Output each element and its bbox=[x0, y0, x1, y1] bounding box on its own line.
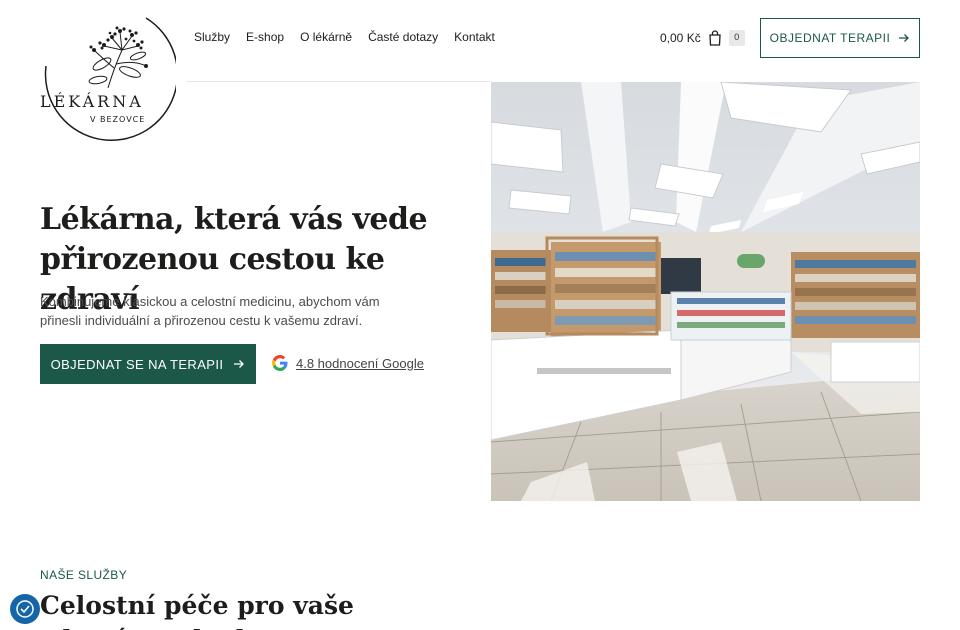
hero-order-button[interactable]: OBJEDNAT SE NA TERAPII bbox=[40, 344, 256, 384]
cookie-settings-button[interactable] bbox=[10, 594, 40, 624]
arrow-right-icon bbox=[234, 360, 245, 368]
logo[interactable]: LÉKÁRNA V BEZOVCE bbox=[38, 6, 176, 142]
services-label: NAŠE SLUŽBY bbox=[40, 568, 128, 582]
google-rating-link[interactable]: 4.8 hodnocení Google bbox=[272, 355, 424, 371]
order-therapy-button[interactable]: OBJEDNAT TERAPII bbox=[760, 18, 920, 58]
cart-count-badge: 0 bbox=[728, 30, 745, 46]
shopping-bag-icon bbox=[709, 30, 721, 46]
cart-price: 0,00 Kč bbox=[660, 31, 701, 45]
pharmacy-interior-image bbox=[491, 82, 920, 501]
nav-item-eshop[interactable]: E-shop bbox=[246, 30, 284, 44]
nav-item-o-lekarne[interactable]: O lékárně bbox=[300, 30, 352, 44]
header-divider bbox=[186, 81, 490, 82]
google-rating-text: 4.8 hodnocení Google bbox=[296, 355, 424, 371]
nav-item-sluzby[interactable]: Služby bbox=[194, 30, 230, 44]
cookie-settings-icon bbox=[16, 600, 34, 618]
services-title: Celostní péče pro vaše zdraví a pohodu bbox=[40, 591, 354, 630]
main-nav: Služby E-shop O lékárně Časté dotazy Kon… bbox=[194, 30, 495, 44]
hero-order-label: OBJEDNAT SE NA TERAPII bbox=[50, 356, 224, 372]
hero-description: Kombinujeme klasickou a celostní medicin… bbox=[40, 294, 380, 328]
pharmacy-interior-photo bbox=[491, 82, 920, 501]
arrow-right-icon bbox=[899, 34, 910, 42]
nav-item-kontakt[interactable]: Kontakt bbox=[454, 30, 495, 44]
nav-item-caste-dotazy[interactable]: Časté dotazy bbox=[368, 30, 438, 44]
logo-subtitle: V BEZOVCE bbox=[90, 115, 146, 124]
google-icon bbox=[272, 355, 288, 371]
cart[interactable]: 0,00 Kč 0 bbox=[660, 30, 745, 46]
order-therapy-label: OBJEDNAT TERAPII bbox=[769, 31, 891, 45]
logo-name: LÉKÁRNA bbox=[40, 92, 144, 111]
